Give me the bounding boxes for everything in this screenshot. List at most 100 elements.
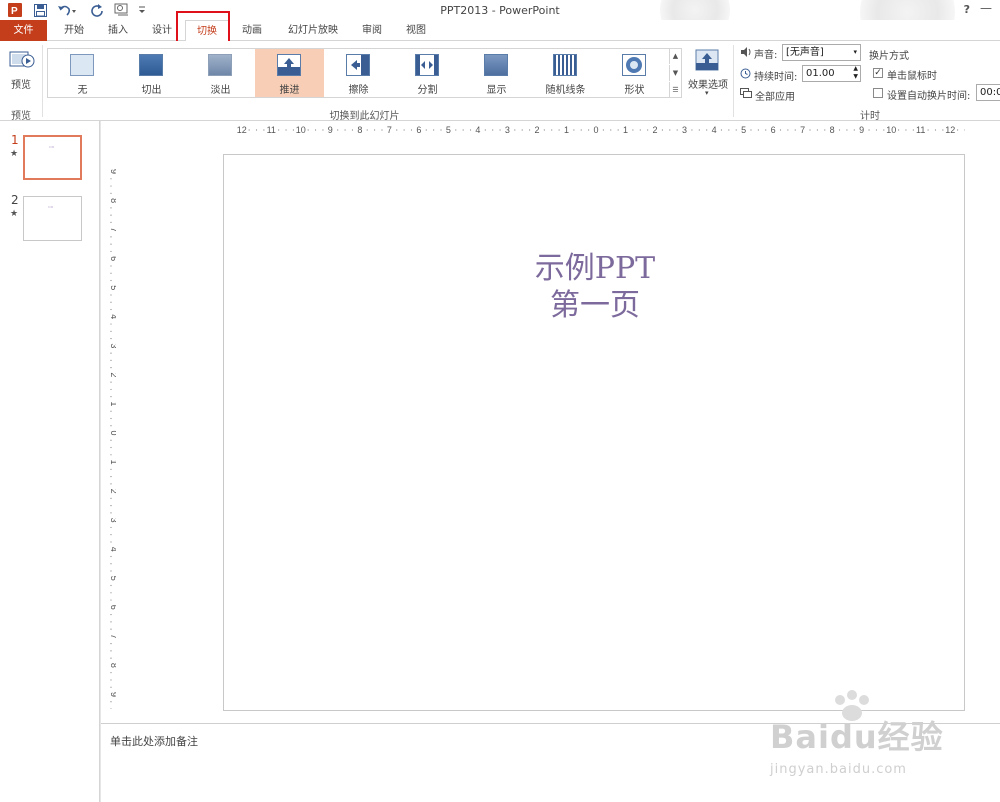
ruler-tick <box>521 129 523 131</box>
ruler-tick <box>110 555 112 558</box>
after-time-checkbox[interactable] <box>873 88 883 98</box>
ruler-tick-label: 11 <box>916 125 925 135</box>
gallery-down-icon[interactable]: ▼ <box>669 65 681 81</box>
ruler-tick <box>110 301 112 303</box>
tab-animations[interactable]: 动画 <box>230 20 274 41</box>
ruler-tick <box>868 129 870 131</box>
ruler-tick-label: 9 <box>328 125 333 135</box>
on-click-checkbox[interactable]: ✓ <box>873 68 883 78</box>
transition-fade[interactable]: 淡出 <box>186 49 255 97</box>
ruler-tick <box>403 129 405 131</box>
tab-file[interactable]: 文件 <box>0 20 47 41</box>
gallery-up-icon[interactable]: ▲ <box>669 48 681 64</box>
tab-insert[interactable]: 插入 <box>96 20 140 41</box>
ribbon: 预览 预览 无 切出 淡出 推进 擦除 分割 显示 随机线条 形状 ▲ ▼ ☰ … <box>0 41 1000 122</box>
ruler-tick <box>292 129 295 131</box>
ruler-tick <box>809 129 811 131</box>
ruler-tick <box>110 359 112 361</box>
ruler-tick <box>110 468 112 470</box>
ruler-tick <box>110 178 112 180</box>
group-separator <box>733 45 734 117</box>
ruler-tick <box>110 221 112 223</box>
ruler-tick-label: 7 <box>800 125 805 135</box>
duration-spinner[interactable]: 01.00 ▲ ▼ <box>802 65 861 82</box>
transitions-group-label: 切换到此幻灯片 <box>329 111 400 122</box>
ruler-tick <box>728 129 730 131</box>
ruler-tick-label: 8 <box>109 198 116 203</box>
transition-wipe[interactable]: 擦除 <box>324 49 393 97</box>
effect-options-button[interactable]: 效果选项 ▾ <box>686 48 730 103</box>
tab-view[interactable]: 视图 <box>394 20 438 41</box>
ruler-tick <box>838 129 841 131</box>
transition-none[interactable]: 无 <box>48 49 117 97</box>
preview-button[interactable]: 预览 <box>6 48 36 98</box>
ruler-tick <box>455 129 457 131</box>
slide-title-line2[interactable]: 第一页 <box>224 280 966 324</box>
ruler-tick-label: 6 <box>109 256 116 261</box>
ruler-tick <box>110 657 112 659</box>
ruler-tick <box>440 129 442 131</box>
ruler-tick <box>897 129 900 131</box>
thumb-number: 1 <box>11 133 19 147</box>
ruler-tick <box>492 129 494 131</box>
slide-thumbnail-1[interactable]: ▫▫ <box>23 135 82 180</box>
transition-label: 淡出 <box>210 85 231 96</box>
ruler-tick <box>110 446 112 449</box>
transition-cut[interactable]: 切出 <box>117 49 186 97</box>
transition-shape[interactable]: 形状 <box>600 49 669 97</box>
ruler-tick <box>110 439 112 441</box>
transition-reveal-icon <box>484 54 508 76</box>
ruler-tick <box>779 129 782 131</box>
highlight-box <box>176 11 230 43</box>
ruler-tick <box>794 129 796 131</box>
ruler-tick <box>528 129 531 131</box>
ruler-tick-label: 6 <box>771 125 776 135</box>
ruler-tick <box>433 129 435 131</box>
ruler-tick <box>381 129 383 131</box>
duration-label: 持续时间: <box>754 72 798 83</box>
ruler-tick <box>110 650 112 652</box>
ruler-tick <box>248 129 250 131</box>
ruler-tick <box>905 129 907 131</box>
ruler-tick <box>110 475 112 478</box>
ruler-tick-label: 1 <box>109 401 116 406</box>
title-bar: P PPT2013 - PowerPoint ? — <box>0 0 1000 60</box>
tab-review[interactable]: 审阅 <box>350 20 394 41</box>
tab-slideshow[interactable]: 幻灯片放映 <box>280 20 346 41</box>
transition-split[interactable]: 分割 <box>393 49 462 97</box>
watermark: Baidu经验 jingyan.baidu.com <box>770 690 990 790</box>
sound-dropdown[interactable]: [无声音] ▾ <box>782 44 861 61</box>
ruler-tick <box>765 129 767 131</box>
transition-label: 形状 <box>624 85 645 96</box>
transition-reveal[interactable]: 显示 <box>462 49 531 97</box>
slide-canvas[interactable]: 示例PPT 第一页 <box>223 154 965 711</box>
tab-home[interactable]: 开始 <box>52 20 96 41</box>
transition-cut-icon <box>139 54 163 76</box>
notes-placeholder: 单击此处添加备注 <box>110 735 198 748</box>
ruler-tick-label: 4 <box>109 314 116 319</box>
ruler-tick <box>110 541 112 543</box>
spinner-arrows-icon[interactable]: ▲ ▼ <box>853 65 858 81</box>
ruler-tick <box>824 129 826 131</box>
apply-all-button[interactable]: 全部应用 <box>755 88 795 103</box>
preview-group-label: 预览 <box>11 111 31 122</box>
ruler-tick <box>883 129 885 131</box>
ruler-tick <box>110 584 112 587</box>
ruler-tick <box>314 129 317 131</box>
transition-random-bars[interactable]: 随机线条 <box>531 49 600 97</box>
help-button[interactable]: ? <box>964 3 970 16</box>
ruler-tick <box>669 129 671 131</box>
watermark-logo: Baidu经验 <box>770 718 944 756</box>
clock-icon <box>740 68 751 82</box>
transition-none-icon <box>70 54 94 76</box>
slide-thumbnail-2[interactable]: ▫▫ <box>23 196 82 241</box>
ruler-tick <box>499 129 501 131</box>
after-time-input[interactable]: 00:0 <box>976 84 1000 101</box>
sound-icon <box>740 46 752 61</box>
transition-push[interactable]: 推进 <box>255 49 324 97</box>
ruler-tick <box>337 129 339 131</box>
ruler-tick <box>757 129 759 131</box>
ruler-tick-label: 12 <box>945 125 955 135</box>
gallery-more-icon[interactable]: ☰ <box>669 82 681 98</box>
minimize-button[interactable]: — <box>980 1 992 15</box>
